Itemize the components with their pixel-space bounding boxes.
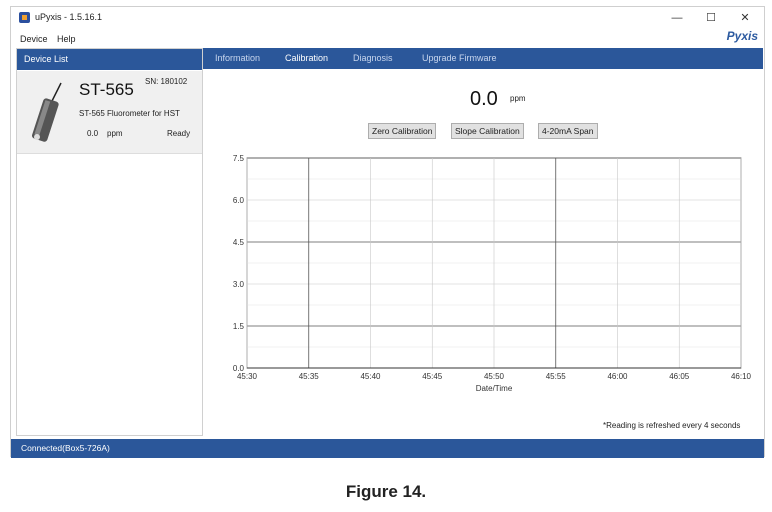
- tab-calibration[interactable]: Calibration: [285, 48, 328, 69]
- device-reading: 0.0: [87, 129, 99, 138]
- menu-device[interactable]: Device: [20, 34, 48, 44]
- device-list-header: Device List: [17, 49, 202, 70]
- reading-value: 0.0: [470, 88, 498, 110]
- tab-upgrade-firmware[interactable]: Upgrade Firmware: [422, 48, 497, 69]
- x-tick-label: 45:50: [484, 372, 505, 381]
- probe-icon: [31, 82, 62, 142]
- x-axis-label: Date/Time: [476, 384, 513, 393]
- x-tick-label: 45:40: [360, 372, 381, 381]
- y-tick-label: 6.0: [233, 196, 245, 205]
- x-tick-label: 46:05: [669, 372, 690, 381]
- x-tick-label: 45:45: [422, 372, 443, 381]
- device-name: ST-565: [79, 80, 134, 99]
- app-logo-icon: [19, 12, 30, 23]
- x-tick-label: 45:30: [237, 372, 258, 381]
- device-description: ST-565 Fluorometer for HST: [79, 109, 180, 118]
- maximize-button[interactable]: ☐: [697, 9, 725, 27]
- x-tick-label: 45:35: [299, 372, 320, 381]
- menu-bar: Device Help: [11, 31, 764, 47]
- close-button[interactable]: ✕: [731, 9, 759, 27]
- zero-calibration-button[interactable]: Zero Calibration: [368, 123, 437, 139]
- brand-logo: Pyxis: [726, 29, 758, 43]
- tab-bar: Information Calibration Diagnosis Upgrad…: [203, 48, 763, 69]
- y-tick-label: 3.0: [233, 280, 245, 289]
- app-window: uPyxis - 1.5.16.1 — ☐ ✕ Device Help Pyxi…: [10, 6, 765, 458]
- title-bar: uPyxis - 1.5.16.1 — ☐ ✕: [11, 7, 764, 29]
- reading-unit: ppm: [510, 94, 526, 103]
- minimize-button[interactable]: —: [663, 9, 691, 27]
- main-panel: Information Calibration Diagnosis Upgrad…: [203, 48, 763, 436]
- y-tick-label: 7.5: [233, 154, 245, 163]
- x-tick-label: 46:00: [607, 372, 628, 381]
- slope-calibration-button[interactable]: Slope Calibration: [451, 123, 524, 139]
- status-bar: Connected(Box5-726A): [11, 439, 764, 458]
- y-tick-label: 4.5: [233, 238, 245, 247]
- menu-help[interactable]: Help: [57, 34, 76, 44]
- y-tick-label: 1.5: [233, 322, 245, 331]
- tab-information[interactable]: Information: [215, 48, 260, 69]
- figure-caption: Figure 14.: [345, 482, 427, 501]
- device-reading-unit: ppm: [107, 129, 123, 138]
- x-tick-label: 46:10: [731, 372, 752, 381]
- window-title: uPyxis - 1.5.16.1: [35, 12, 103, 22]
- reading-chart: 0.01.53.04.56.07.545:30 45:35 45:40 45:45 45…: [233, 154, 752, 393]
- refresh-note: *Reading is refreshed every 4 seconds: [603, 421, 741, 430]
- device-status: Ready: [167, 129, 191, 138]
- device-list-panel: Device List ST-565 SN: 180102 ST-565 Flu…: [16, 48, 203, 436]
- device-card[interactable]: ST-565 SN: 180102 ST-565 Fluorometer for…: [17, 71, 202, 154]
- device-serial: SN: 180102: [145, 77, 188, 86]
- x-tick-label: 45:55: [546, 372, 567, 381]
- span-button[interactable]: 4-20mA Span: [538, 123, 598, 139]
- tab-diagnosis[interactable]: Diagnosis: [353, 48, 393, 69]
